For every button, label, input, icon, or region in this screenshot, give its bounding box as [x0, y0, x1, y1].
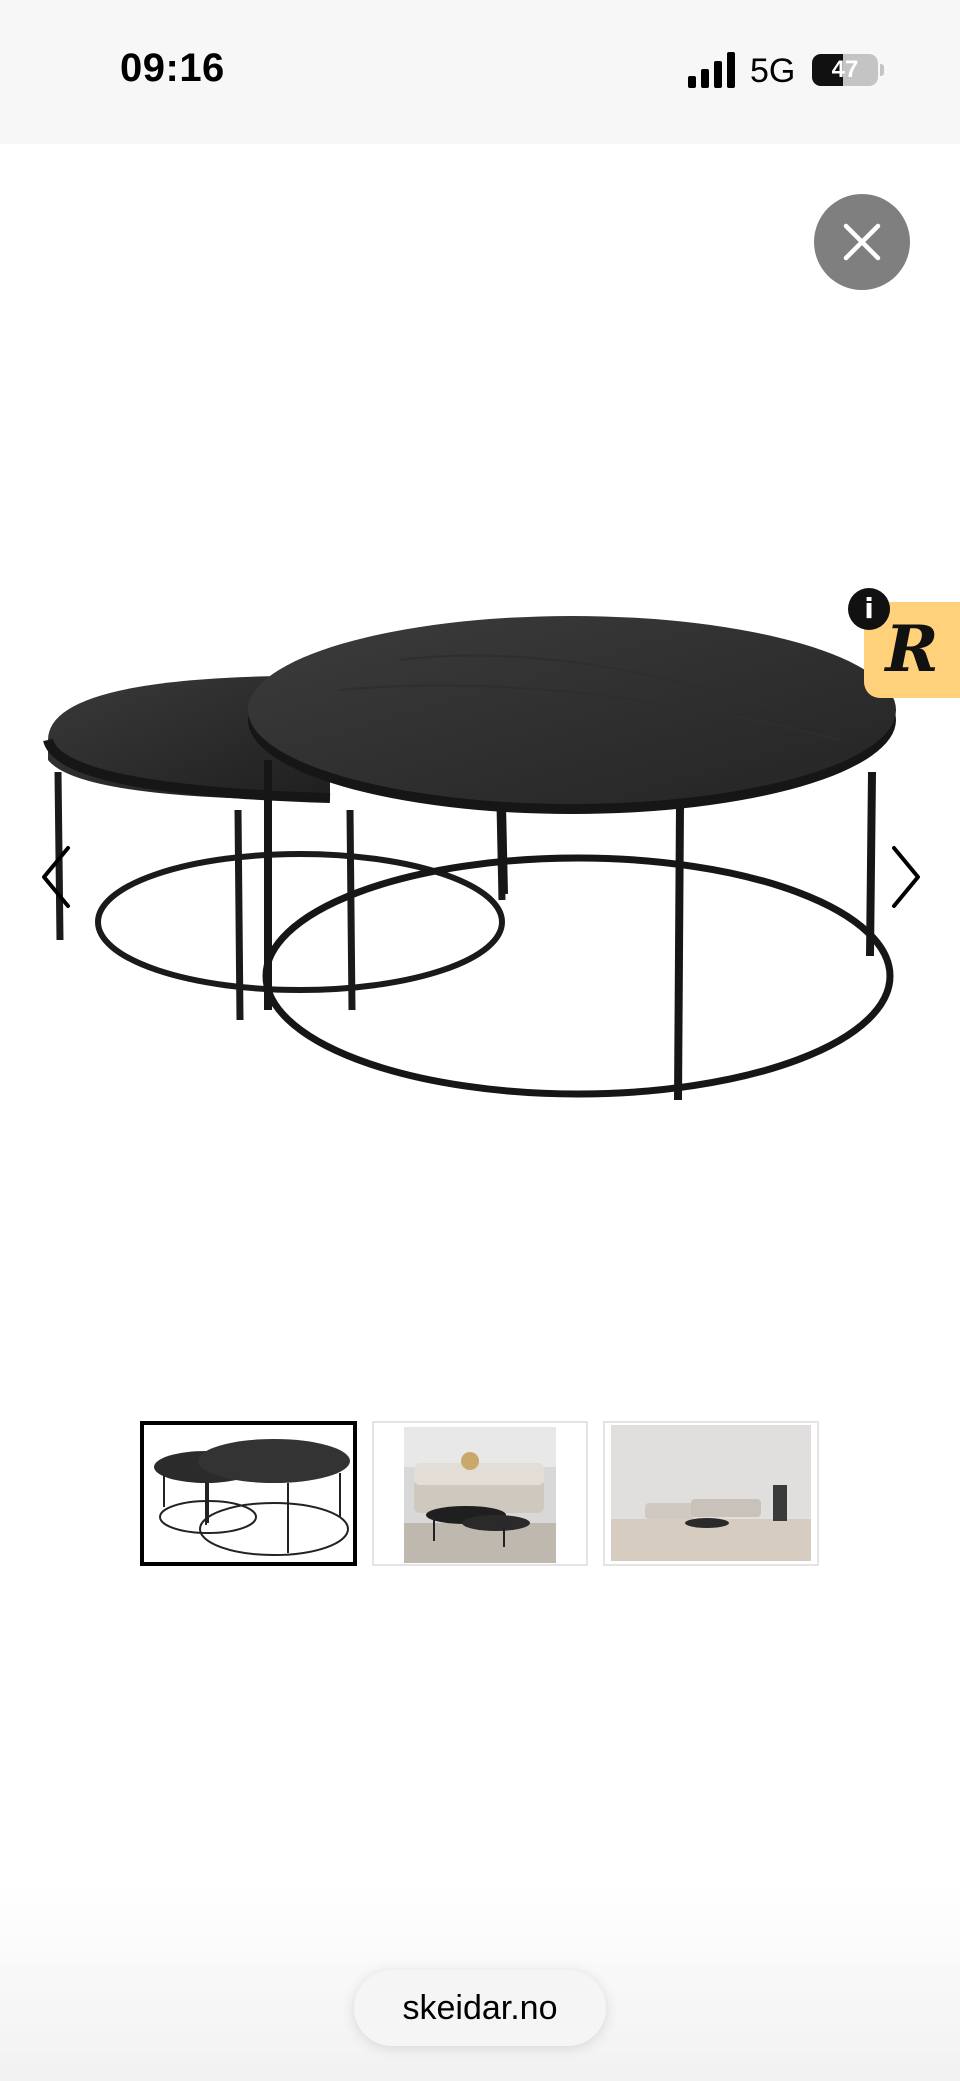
thumbnail-2[interactable] — [372, 1421, 588, 1566]
address-bar[interactable]: skeidar.no — [354, 1970, 606, 2046]
thumbnail-living-room-image — [374, 1423, 586, 1564]
battery-icon: 47 — [812, 54, 878, 86]
product-main-image — [43, 616, 896, 1101]
chevron-left-icon — [42, 846, 70, 908]
chevron-right-icon — [892, 846, 920, 908]
next-image-button[interactable] — [884, 842, 924, 912]
status-bar: 09:16 5G 47 — [0, 0, 960, 144]
url-text: skeidar.no — [402, 1989, 558, 2027]
image-viewer-screen: 09:16 5G 47 R i skeidar.no — [0, 0, 960, 2081]
thumbnail-wide-room-image — [605, 1423, 817, 1564]
battery-percent-label: 47 — [831, 56, 859, 83]
cellular-signal-icon — [688, 52, 735, 88]
thumbnail-1[interactable] — [140, 1421, 357, 1566]
close-icon — [843, 223, 881, 261]
status-time: 09:16 — [120, 46, 225, 90]
battery-cap — [880, 64, 884, 76]
thumbnail-tables-image — [144, 1425, 353, 1562]
info-icon[interactable]: i — [848, 588, 890, 630]
close-button[interactable] — [814, 194, 910, 290]
thumbnail-3[interactable] — [603, 1421, 819, 1566]
network-type-label: 5G — [750, 52, 796, 90]
previous-image-button[interactable] — [38, 842, 78, 912]
